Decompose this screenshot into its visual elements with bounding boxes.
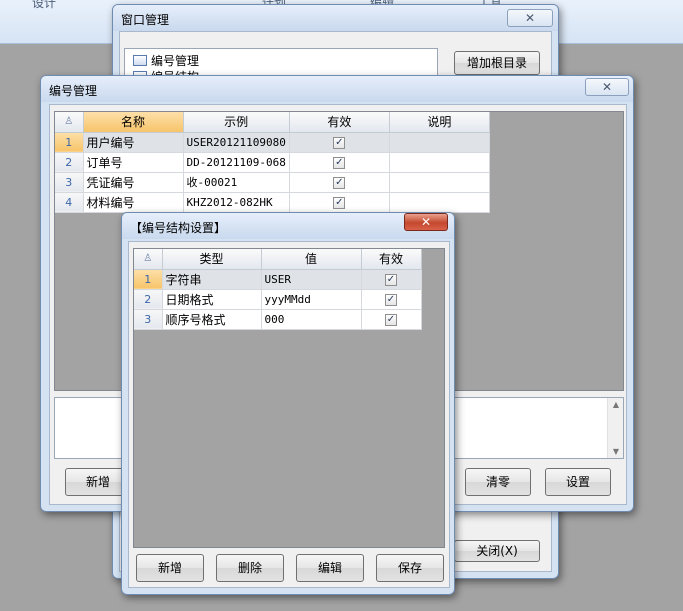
cell-example[interactable]: KHZ2012-082HK (183, 192, 290, 213)
cell-valid[interactable]: ✓ (361, 289, 422, 310)
column-header-example[interactable]: 示例 (183, 112, 290, 133)
cell-value[interactable]: 000 (261, 309, 362, 330)
column-header-valid[interactable]: 有效 (361, 249, 422, 270)
table-row[interactable]: 2 日期格式 yyyMMdd ✓ (134, 289, 422, 310)
cell-name[interactable]: 凭证编号 (83, 172, 184, 193)
checkbox-checked-icon[interactable]: ✓ (333, 136, 346, 149)
table-row[interactable]: 1 字符串 USER ✓ (134, 269, 422, 290)
number-management-close-button[interactable]: ✕ (585, 78, 629, 96)
cell-name[interactable]: 用户编号 (83, 132, 184, 153)
scroll-down-icon[interactable]: ▼ (608, 447, 624, 456)
checkbox-checked-icon[interactable]: ✓ (333, 196, 346, 209)
checkbox-checked-icon[interactable]: ✓ (385, 313, 397, 326)
column-header-name[interactable]: 名称 (83, 112, 184, 133)
memo-scrollbar[interactable]: ▲ ▼ (607, 398, 623, 458)
cell-example[interactable]: DD-20121109-068 (183, 152, 290, 173)
column-header-value[interactable]: 值 (261, 249, 362, 270)
window-manager-close-button[interactable]: ✕ (507, 9, 553, 27)
table-row[interactable]: 3 凭证编号 收-00021 ✓ (55, 172, 490, 193)
table-row[interactable]: 3 顺序号格式 000 ✓ (134, 309, 422, 330)
close-icon: ✕ (601, 80, 613, 94)
row-number: 4 (55, 192, 84, 213)
column-header-type[interactable]: 类型 (162, 249, 262, 270)
edit-button[interactable]: 编辑 (296, 554, 364, 582)
row-number: 3 (134, 309, 163, 330)
add-root-directory-button[interactable]: 增加根目录 (454, 51, 540, 75)
checkbox-checked-icon[interactable]: ✓ (385, 293, 397, 306)
cell-note[interactable] (389, 172, 490, 193)
column-header-valid[interactable]: 有效 (289, 112, 390, 133)
table-row[interactable]: 4 材料编号 KHZ2012-082HK ✓ (55, 192, 490, 213)
window-manager-titlebar: 窗口管理 ✕ (113, 5, 558, 31)
cell-note[interactable] (389, 192, 490, 213)
cell-note[interactable] (389, 152, 490, 173)
row-number: 3 (55, 172, 84, 193)
table-row[interactable]: 1 用户编号 USER20121109080 ✓ (55, 132, 490, 153)
cell-valid[interactable]: ✓ (289, 152, 390, 173)
structure-table: ♙ 类型 值 有效 1 字符串 USER ✓ 2 日期格式 yyyMMdd ✓ (134, 249, 422, 330)
cell-valid[interactable]: ✓ (361, 269, 422, 290)
structure-settings-titlebar: 【编号结构设置】 ✕ (122, 213, 454, 239)
row-number: 1 (134, 269, 163, 290)
number-management-title: 编号管理 (49, 84, 98, 98)
cell-example[interactable]: 收-00021 (183, 172, 290, 193)
cell-note[interactable] (389, 132, 490, 153)
checkbox-checked-icon[interactable]: ✓ (333, 156, 346, 169)
save-button[interactable]: 保存 (376, 554, 444, 582)
tree-item-number-management[interactable]: 编号管理 (133, 52, 199, 69)
structure-grid[interactable]: ♙ 类型 值 有效 1 字符串 USER ✓ 2 日期格式 yyyMMdd ✓ (133, 248, 445, 548)
settings-button[interactable]: 设置 (545, 468, 611, 496)
cell-valid[interactable]: ✓ (289, 132, 390, 153)
checkbox-checked-icon[interactable]: ✓ (333, 176, 346, 189)
row-number: 2 (55, 152, 84, 173)
cell-valid[interactable]: ✓ (361, 309, 422, 330)
close-icon: ✕ (524, 11, 536, 25)
cell-example[interactable]: USER20121109080 (183, 132, 290, 153)
background-tab-design: 设计 (32, 0, 57, 10)
clear-button[interactable]: 清零 (465, 468, 531, 496)
cell-valid[interactable]: ✓ (289, 172, 390, 193)
cell-name[interactable]: 订单号 (83, 152, 184, 173)
cell-value[interactable]: yyyMMdd (261, 289, 362, 310)
cell-type[interactable]: 顺序号格式 (162, 309, 262, 330)
number-management-titlebar: 编号管理 ✕ (41, 76, 633, 102)
close-icon: ✕ (420, 215, 432, 229)
tree-node-icon (133, 55, 147, 66)
tree-item-label: 编号管理 (151, 54, 200, 68)
structure-settings-dialog: 【编号结构设置】 ✕ ♙ 类型 值 有效 1 字符串 USER ✓ 2 日期格式… (121, 212, 455, 595)
row-selector-icon[interactable]: ♙ (134, 249, 163, 270)
column-header-note[interactable]: 说明 (389, 112, 490, 133)
cell-type[interactable]: 字符串 (162, 269, 262, 290)
checkbox-checked-icon[interactable]: ✓ (385, 273, 397, 286)
structure-settings-client: ♙ 类型 值 有效 1 字符串 USER ✓ 2 日期格式 yyyMMdd ✓ (128, 241, 450, 588)
table-row[interactable]: 2 订单号 DD-20121109-068 ✓ (55, 152, 490, 173)
cell-valid[interactable]: ✓ (289, 192, 390, 213)
cell-name[interactable]: 材料编号 (83, 192, 184, 213)
row-selector-icon[interactable]: ♙ (55, 112, 84, 133)
scroll-up-icon[interactable]: ▲ (608, 400, 624, 409)
add-button[interactable]: 新增 (136, 554, 204, 582)
delete-button[interactable]: 删除 (216, 554, 284, 582)
row-number: 1 (55, 132, 84, 153)
row-number: 2 (134, 289, 163, 310)
cell-value[interactable]: USER (261, 269, 362, 290)
cell-type[interactable]: 日期格式 (162, 289, 262, 310)
structure-settings-close-button[interactable]: ✕ (404, 213, 448, 231)
structure-settings-title: 【编号结构设置】 (130, 221, 227, 235)
close-x-button[interactable]: 关闭(X) (454, 540, 540, 562)
window-manager-title: 窗口管理 (121, 13, 170, 27)
number-list-table: ♙ 名称 示例 有效 说明 1 用户编号 USER20121109080 ✓ 2… (55, 112, 490, 213)
